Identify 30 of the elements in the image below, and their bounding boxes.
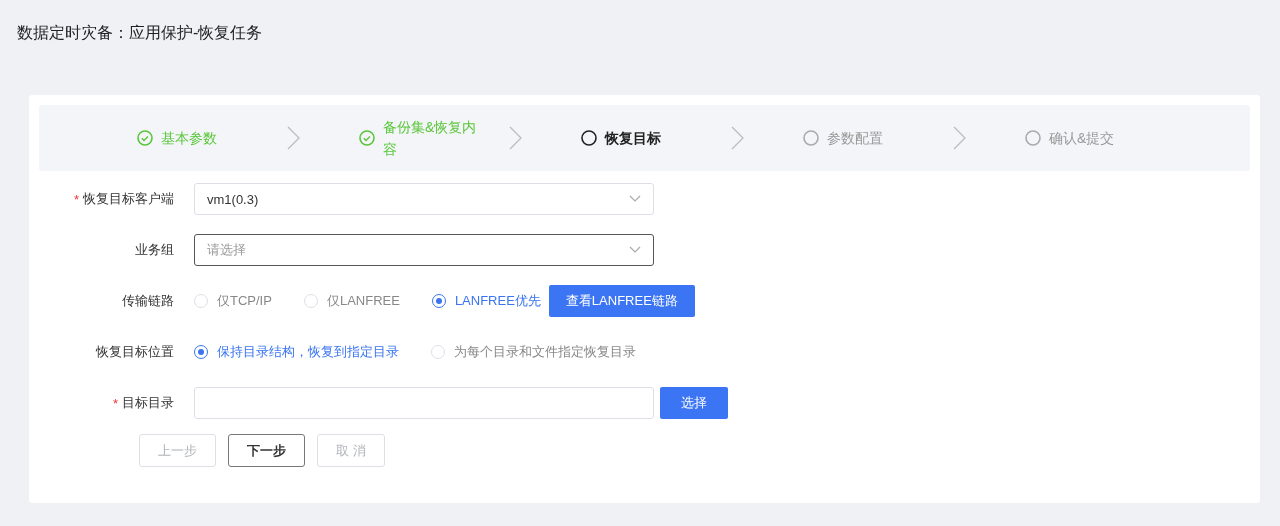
step-label: 确认&提交 bbox=[1049, 129, 1115, 148]
field-label: 目标目录 bbox=[122, 394, 174, 412]
select-field[interactable]: vm1(0.3) bbox=[194, 183, 654, 215]
chevron-icon bbox=[509, 126, 523, 150]
chevron-down-icon[interactable] bbox=[629, 195, 641, 203]
field-label: 恢复目标位置 bbox=[96, 343, 174, 361]
text-field[interactable] bbox=[194, 387, 654, 419]
view-link-button[interactable]: 查看LANFREE链路 bbox=[548, 285, 695, 317]
select-button[interactable]: 选择 bbox=[660, 387, 728, 419]
next-button[interactable]: 下一步 bbox=[228, 434, 305, 467]
field-label: 业务组 bbox=[135, 241, 174, 259]
required-mark: * bbox=[73, 191, 79, 207]
chevron-down-icon[interactable] bbox=[629, 246, 641, 254]
field-label: 恢复目标客户端 bbox=[83, 190, 174, 208]
required-mark: * bbox=[112, 395, 118, 411]
chevron-icon bbox=[287, 126, 301, 150]
chevron-icon bbox=[731, 126, 745, 150]
select-field[interactable]: 请选择 bbox=[194, 234, 654, 266]
field-label: 传输链路 bbox=[122, 292, 174, 310]
step-label: 参数配置 bbox=[827, 129, 883, 148]
radio-option[interactable]: LANFREE优先 bbox=[431, 292, 541, 310]
step-label: 基本参数 bbox=[161, 129, 217, 148]
step-label: 恢复目标 bbox=[605, 129, 661, 148]
radio-option[interactable]: 保持目录结构，恢复到指定目录 bbox=[194, 343, 399, 361]
step-label: 备份集&恢复内容 bbox=[383, 118, 478, 159]
radio-option[interactable]: 仅TCP/IP bbox=[194, 292, 272, 310]
radio-option[interactable]: 仅LANFREE bbox=[303, 292, 400, 310]
chevron-icon bbox=[953, 126, 967, 150]
page-title: 数据定时灾备：应用保护-恢复任务 bbox=[16, 23, 264, 43]
radio-option[interactable]: 为每个目录和文件指定恢复目录 bbox=[431, 343, 636, 361]
